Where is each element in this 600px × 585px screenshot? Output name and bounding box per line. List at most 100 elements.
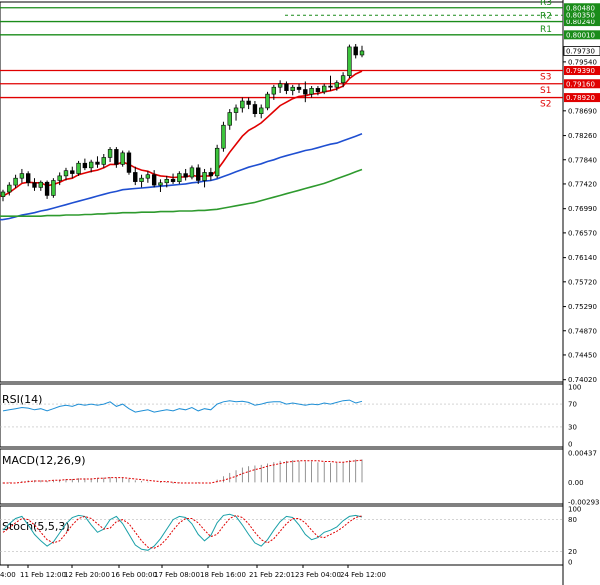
- level-price-label: 0.79160: [566, 80, 595, 88]
- rsi-tick-label: 70: [568, 401, 577, 409]
- time-tick-label: 23 Feb 04:00: [295, 571, 341, 579]
- extra-price-label: 0.80350: [566, 12, 595, 20]
- candle-body: [296, 86, 302, 90]
- price-tick-label: 0.76570: [568, 229, 597, 237]
- macd-tick-label: 0.00: [568, 479, 584, 487]
- candle-body: [353, 46, 358, 56]
- candle-body: [120, 152, 125, 165]
- candle-body: [70, 170, 75, 174]
- candle-body: [340, 75, 346, 83]
- price-tick-label: 0.75720: [568, 278, 597, 286]
- level-name-s3: S3: [540, 73, 551, 83]
- candle-body: [107, 149, 113, 158]
- macd-title: MACD(12,26,9): [2, 454, 86, 467]
- candle-body: [290, 86, 295, 91]
- candle-body: [309, 88, 314, 95]
- macd-tick-label: 0.00437: [568, 450, 597, 458]
- stoch-tick-label: 0: [568, 559, 572, 567]
- level-name-s1: S1: [540, 86, 551, 96]
- candle-body: [133, 172, 138, 182]
- level-price-label: 0.80010: [566, 31, 595, 39]
- rsi-tick-label: 0: [568, 441, 572, 449]
- candle-body: [303, 89, 308, 95]
- stoch-tick-label: 80: [568, 516, 577, 524]
- candle-body: [139, 177, 144, 182]
- level-name-r3: R3: [540, 0, 552, 8]
- candle-body: [145, 174, 151, 179]
- level-name-r2: R2: [540, 12, 552, 22]
- candle-body: [32, 182, 37, 188]
- level-price-label: 0.78920: [566, 94, 595, 102]
- candle-body: [277, 83, 283, 88]
- candle-body: [359, 50, 365, 56]
- candle-body: [214, 147, 220, 177]
- price-tick-label: 0.79540: [568, 58, 597, 66]
- candle-body: [158, 182, 163, 186]
- extra-price-label: 0.79390: [566, 67, 595, 75]
- candle-body: [44, 181, 50, 196]
- candle-body: [151, 174, 157, 186]
- candle-body: [328, 85, 333, 88]
- time-tick-label: 24 Feb 12:00: [340, 571, 386, 579]
- candle-body: [271, 86, 277, 95]
- price-tick-label: 0.74450: [568, 351, 597, 359]
- stoch-tick-label: 20: [568, 548, 577, 556]
- candle-body: [233, 107, 239, 113]
- moving-average-line: [2, 70, 363, 197]
- candle-body: [170, 179, 176, 182]
- candle-body: [315, 88, 321, 93]
- candle-body: [164, 179, 169, 184]
- candle-body: [95, 161, 100, 165]
- price-tick-label: 0.75290: [568, 303, 597, 311]
- candle-body: [76, 162, 81, 174]
- level-name-s2: S2: [540, 100, 551, 110]
- price-tick-label: 0.76990: [568, 205, 597, 213]
- candle-body: [183, 173, 188, 178]
- rsi-panel-frame: [0, 383, 564, 448]
- candle-body: [322, 85, 327, 93]
- time-tick-label: 12 Feb 20:00: [64, 571, 110, 579]
- rsi-tick-label: 100: [568, 384, 581, 392]
- candle-body: [19, 173, 25, 179]
- stoch-tick-label: 100: [568, 506, 581, 514]
- candle-body: [0, 191, 6, 197]
- candle-body: [334, 82, 339, 88]
- candle-body: [57, 175, 62, 181]
- price-tick-label: 0.78690: [568, 107, 597, 115]
- candle-body: [13, 177, 18, 186]
- price-tick-label: 0.77840: [568, 156, 597, 164]
- time-tick-label: 21 Feb 22:01: [249, 571, 295, 579]
- candle-body: [114, 149, 119, 165]
- candle-body: [284, 83, 289, 91]
- candle-body: [51, 180, 56, 196]
- price-tick-label: 0.77420: [568, 180, 597, 188]
- candle-body: [101, 157, 106, 165]
- candle-body: [196, 167, 201, 181]
- price-tick-label: 0.76140: [568, 254, 597, 262]
- candle-body: [63, 170, 69, 177]
- candle-body: [265, 93, 270, 109]
- level-name-r1: R1: [540, 25, 552, 35]
- candle-body: [38, 181, 43, 188]
- price-tick-label: 0.74870: [568, 327, 597, 335]
- candle-body: [126, 152, 132, 173]
- forex-chart: 0.79540 0.78690 0.78260 0.77840 0.77420 0.769…: [0, 0, 600, 585]
- time-tick-label: 11 Feb 12:00: [20, 571, 66, 579]
- current-price-label: 0.79730: [566, 47, 595, 55]
- candle-body: [82, 162, 88, 169]
- stoch-panel-frame: [0, 505, 564, 566]
- candle-body: [240, 100, 245, 109]
- candle-body: [88, 161, 94, 169]
- chart-canvas: 0.79540 0.78690 0.78260 0.77840 0.77420 0.769…: [0, 0, 600, 585]
- rsi-tick-label: 30: [568, 423, 577, 431]
- candle-body: [26, 173, 31, 184]
- candle-body: [347, 46, 352, 76]
- candle-body: [227, 112, 232, 126]
- candle-body: [246, 100, 251, 105]
- candle-body: [7, 184, 12, 193]
- candle-body: [252, 104, 258, 114]
- candle-body: [202, 172, 207, 181]
- rsi-line: [2, 399, 363, 413]
- candle-body: [208, 172, 214, 177]
- time-tick-label: 16 Feb 00:00: [111, 571, 157, 579]
